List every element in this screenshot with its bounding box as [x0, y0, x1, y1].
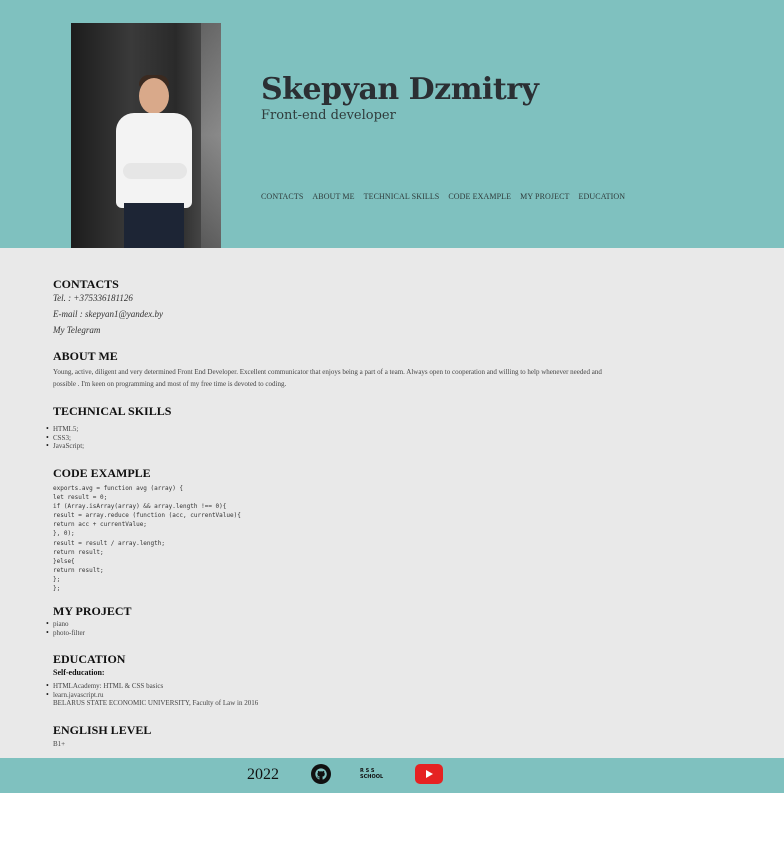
projects-list: piano photo-filter [46, 620, 85, 638]
contact-phone[interactable]: Tel. : +375336181126 [53, 293, 133, 303]
github-icon[interactable] [311, 764, 331, 784]
list-item: BELARUS STATE ECONOMIC UNIVERSITY, Facul… [53, 699, 259, 708]
code-line: }; [53, 585, 61, 593]
code-heading: CODE EXAMPLE [53, 466, 151, 480]
code-line: }, 0); [53, 530, 75, 538]
code-block: exports.avg = function avg (array) { let… [53, 484, 241, 593]
skills-list: HTML5; CSS3; JavaScript; [46, 425, 84, 451]
projects-heading: MY PROJECT [53, 604, 132, 618]
project-link-photo-filter[interactable]: photo-filter [46, 629, 85, 638]
english-heading: ENGLISH LEVEL [53, 723, 152, 737]
about-text: Young, active, diligent and very determi… [53, 368, 602, 388]
code-line: }else{ [53, 557, 75, 565]
footer-year: 2022 [247, 766, 279, 783]
education-heading: EDUCATION [53, 652, 126, 666]
code-line: return result; [53, 566, 104, 574]
self-education-label: Self-education: [53, 668, 105, 677]
profile-photo [71, 23, 221, 248]
about-heading: ABOUT ME [53, 349, 118, 363]
main-nav: CONTACTS ABOUT ME TECHNICAL SKILLS CODE … [261, 192, 625, 201]
contact-telegram-link[interactable]: My Telegram [53, 325, 100, 335]
nav-link-about-me[interactable]: ABOUT ME [312, 192, 354, 201]
main-content: CONTACTS Tel. : +375336181126 E-mail : s… [0, 248, 784, 758]
skills-heading: TECHNICAL SKILLS [53, 404, 172, 418]
page-title: Skepyan Dzmitry [261, 72, 539, 107]
code-line: return result; [53, 548, 104, 556]
rss-school-icon[interactable]: R S S SCHOOL [360, 768, 392, 782]
education-list: HTMLAcademy: HTML & CSS basics learn.jav… [46, 682, 259, 708]
list-item: learn.javascript.ru [46, 691, 258, 700]
list-item: HTML5; [46, 425, 84, 434]
list-item: HTMLAcademy: HTML & CSS basics [46, 682, 258, 691]
code-line: result = result / array.length; [53, 539, 165, 547]
nav-link-my-project[interactable]: MY PROJECT [520, 192, 569, 201]
code-line: if (Array.isArray(array) && array.length… [53, 503, 227, 511]
code-line: let result = 0; [53, 494, 108, 502]
list-item: JavaScript; [46, 442, 84, 451]
code-line: return acc + currentValue; [53, 521, 147, 529]
header: Skepyan Dzmitry Front-end developer CONT… [0, 0, 784, 248]
nav-link-code-example[interactable]: CODE EXAMPLE [448, 192, 511, 201]
code-line: }; [53, 575, 61, 583]
nav-link-contacts[interactable]: CONTACTS [261, 192, 303, 201]
nav-link-education[interactable]: EDUCATION [579, 192, 626, 201]
contact-email[interactable]: E-mail : skepyan1@yandex.by [53, 309, 163, 319]
footer: 2022 R S S SCHOOL [0, 758, 784, 793]
code-line: exports.avg = function avg (array) { [53, 485, 184, 492]
english-level-value: B1+ [53, 740, 66, 748]
youtube-icon[interactable] [415, 764, 443, 784]
rss-logo-bottom: SCHOOL [360, 774, 384, 780]
project-link-piano[interactable]: piano [46, 620, 85, 629]
code-line: result = array.reduce (function (acc, cu… [53, 512, 241, 520]
job-title: Front-end developer [261, 108, 396, 123]
contacts-heading: CONTACTS [53, 277, 119, 291]
nav-link-technical-skills[interactable]: TECHNICAL SKILLS [364, 192, 440, 201]
list-item: CSS3; [46, 434, 84, 443]
